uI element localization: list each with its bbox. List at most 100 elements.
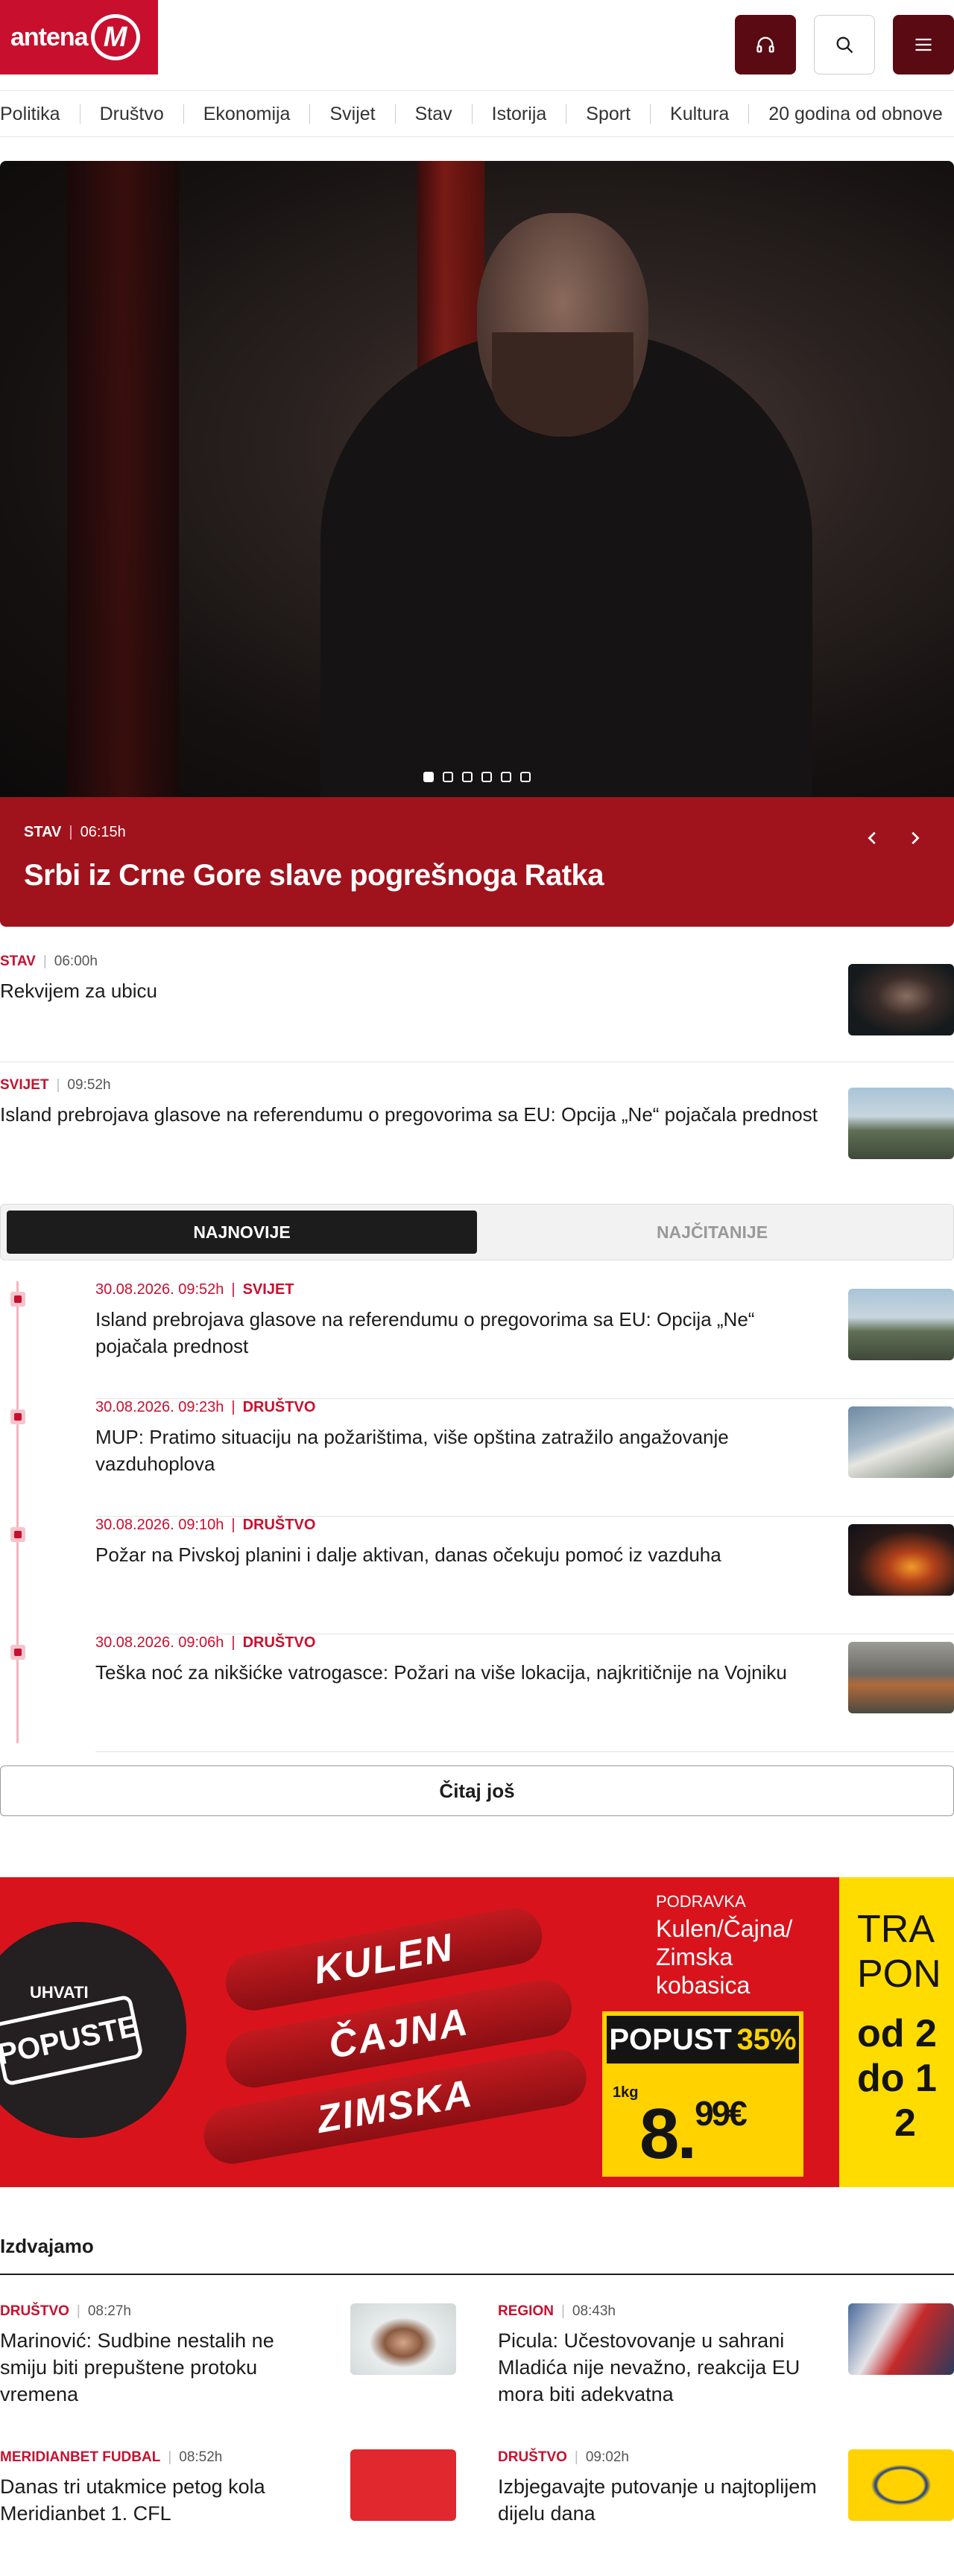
timeline-marker bbox=[10, 1645, 25, 1660]
article-title[interactable]: Marinović: Sudbine nestalih ne smiju bit… bbox=[0, 2327, 320, 2408]
nav-item-drustvo[interactable]: Društvo bbox=[80, 104, 184, 124]
nav-item-politika[interactable]: Politika bbox=[0, 104, 80, 124]
meta-separator: | bbox=[231, 1399, 236, 1415]
hero-time: 06:15h bbox=[80, 824, 126, 840]
article-category[interactable]: SVIJET bbox=[0, 1077, 48, 1094]
timeline-datetime: 30.08.2026. 09:23h bbox=[95, 1399, 224, 1415]
timeline-marker bbox=[10, 1292, 25, 1307]
article-thumbnail[interactable] bbox=[848, 2449, 954, 2521]
article-title[interactable]: Danas tri utakmice petog kola Meridianbe… bbox=[0, 2473, 320, 2527]
meta-separator: | bbox=[69, 824, 73, 840]
timeline-title[interactable]: Teška noć za nikšićke vatrogasce: Požari… bbox=[95, 1659, 826, 1686]
featured-item[interactable]: DRUŠTVO | 08:27h Marinović: Sudbine nest… bbox=[0, 2303, 456, 2430]
hero-title[interactable]: Srbi iz Crne Gore slave pogrešnoga Ratka bbox=[24, 859, 930, 892]
nav-item-ekonomija[interactable]: Ekonomija bbox=[184, 104, 311, 124]
timeline-marker bbox=[10, 1409, 25, 1424]
headphones-icon bbox=[756, 37, 774, 53]
search-button[interactable] bbox=[814, 15, 875, 74]
article-category[interactable]: DRUŠTVO bbox=[498, 2449, 567, 2466]
latest-tabs: NAJNOVIJE NAJČITANIJE bbox=[0, 1204, 954, 1260]
nav-item-svijet[interactable]: Svijet bbox=[310, 104, 396, 124]
logo-letter: M bbox=[90, 14, 140, 60]
timeline-title[interactable]: MUP: Pratimo situaciju na požarištima, v… bbox=[95, 1424, 826, 1477]
banner-side-text: PON bbox=[857, 1952, 941, 1996]
advertisement-banner[interactable]: UHVATI POPUSTE KULEN ČAJNA ZIMSKA PODRAV… bbox=[0, 1877, 954, 2187]
meta-separator: | bbox=[560, 2303, 565, 2319]
timeline-item[interactable]: 30.08.2026. 09:23h | DRUŠTVO MUP: Pratim… bbox=[10, 1399, 954, 1517]
timeline-thumbnail[interactable] bbox=[848, 1406, 954, 1478]
article-title[interactable]: Picula: Učestovovanje u sahrani Mladića … bbox=[498, 2327, 818, 2408]
banner-unit: 1kg bbox=[613, 2084, 639, 2101]
timeline-datetime: 30.08.2026. 09:52h bbox=[95, 1281, 224, 1298]
timeline-title[interactable]: Požar na Pivskoj planini i dalje aktivan… bbox=[95, 1541, 826, 1568]
slider-next-button[interactable] bbox=[903, 827, 926, 849]
banner-uhvati: UHVATI bbox=[30, 1983, 89, 2002]
banner-brand: PODRAVKA bbox=[656, 1892, 746, 1911]
hero-slider[interactable]: STAV | 06:15h Srbi iz Crne Gore slave po… bbox=[0, 161, 954, 927]
article-thumbnail[interactable] bbox=[848, 1088, 954, 1159]
timeline-category[interactable]: SVIJET bbox=[243, 1281, 294, 1298]
list-item[interactable]: STAV | 06:00h Rekvijem za ubicu bbox=[0, 954, 954, 1062]
hero-category[interactable]: STAV bbox=[24, 824, 61, 841]
slider-prev-button[interactable] bbox=[862, 827, 884, 849]
nav-item-istorija[interactable]: Istorija bbox=[473, 104, 567, 124]
featured-item[interactable]: DRUŠTVO | 09:02h Izbjegavajte putovanje … bbox=[498, 2449, 954, 2576]
menu-button[interactable] bbox=[893, 15, 954, 74]
nav-item-sport[interactable]: Sport bbox=[566, 104, 651, 124]
chevron-left-icon bbox=[868, 831, 876, 845]
timeline-thumbnail[interactable] bbox=[848, 1289, 954, 1360]
featured-item[interactable]: REGION | 08:43h Picula: Učestovovanje u … bbox=[498, 2303, 954, 2430]
nav-item-20-godina[interactable]: 20 godina od obnove bbox=[749, 104, 954, 124]
article-category[interactable]: STAV bbox=[0, 954, 36, 970]
hero-meta: STAV | 06:15h bbox=[24, 824, 930, 841]
timeline-item[interactable]: 30.08.2026. 09:52h | SVIJET Island prebr… bbox=[10, 1281, 954, 1399]
article-thumbnail[interactable] bbox=[350, 2449, 456, 2521]
tab-najcitanije[interactable]: NAJČITANIJE bbox=[477, 1211, 947, 1254]
article-title[interactable]: Rekvijem za ubicu bbox=[0, 977, 820, 1004]
article-time: 08:52h bbox=[179, 2449, 223, 2465]
timeline-category[interactable]: DRUŠTVO bbox=[243, 1517, 316, 1534]
article-time: 09:02h bbox=[585, 2449, 629, 2465]
banner-discount: POPUST 35% bbox=[607, 2016, 799, 2063]
article-title[interactable]: Island prebrojava glasove na referendumu… bbox=[0, 1101, 820, 1128]
hero-image[interactable] bbox=[0, 161, 954, 797]
article-category[interactable]: MERIDIANBET FUDBAL bbox=[0, 2449, 160, 2466]
banner-price: 8.99€ bbox=[639, 2093, 748, 2175]
slider-dot[interactable] bbox=[462, 772, 473, 782]
list-item[interactable]: SVIJET | 09:52h Island prebrojava glasov… bbox=[0, 1077, 954, 1189]
meta-separator: | bbox=[231, 1634, 236, 1651]
slider-dot[interactable] bbox=[501, 772, 511, 782]
nav-item-kultura[interactable]: Kultura bbox=[651, 104, 750, 124]
site-header: antena M bbox=[0, 0, 954, 91]
slider-dot[interactable] bbox=[481, 772, 492, 782]
meta-separator: | bbox=[168, 2449, 172, 2465]
banner-price-box: POPUST 35% 1kg 8.99€ bbox=[602, 2011, 803, 2177]
article-thumbnail[interactable] bbox=[848, 964, 954, 1035]
timeline-title[interactable]: Island prebrojava glasove na referendumu… bbox=[95, 1306, 826, 1360]
audio-button[interactable] bbox=[735, 15, 796, 74]
featured-item[interactable]: MERIDIANBET FUDBAL | 08:52h Danas tri ut… bbox=[0, 2449, 456, 2576]
article-title[interactable]: Izbjegavajte putovanje u najtoplijem dij… bbox=[498, 2473, 818, 2527]
article-time: 08:27h bbox=[87, 2303, 131, 2319]
nav-item-stav[interactable]: Stav bbox=[396, 104, 473, 124]
slider-dot[interactable] bbox=[443, 772, 453, 782]
hero-background-flag bbox=[67, 161, 179, 797]
read-more-button[interactable]: Čitaj još bbox=[0, 1766, 954, 1816]
article-category[interactable]: REGION bbox=[498, 2303, 554, 2320]
banner-side-text: od 2 bbox=[857, 2012, 937, 2055]
article-category[interactable]: DRUŠTVO bbox=[0, 2303, 69, 2320]
timeline-category[interactable]: DRUŠTVO bbox=[243, 1634, 316, 1652]
timeline-category[interactable]: DRUŠTVO bbox=[243, 1399, 316, 1416]
tab-najnovije[interactable]: NAJNOVIJE bbox=[7, 1211, 477, 1254]
article-thumbnail[interactable] bbox=[848, 2303, 954, 2375]
timeline-item[interactable]: 30.08.2026. 09:10h | DRUŠTVO Požar na Pi… bbox=[10, 1517, 954, 1634]
article-thumbnail[interactable] bbox=[350, 2303, 456, 2375]
site-logo[interactable]: antena M bbox=[0, 0, 158, 74]
article-time: 06:00h bbox=[54, 954, 98, 969]
timeline-marker bbox=[10, 1527, 25, 1542]
slider-dot[interactable] bbox=[520, 772, 531, 782]
timeline-thumbnail[interactable] bbox=[848, 1642, 954, 1713]
slider-dot[interactable] bbox=[423, 772, 434, 782]
timeline-item[interactable]: 30.08.2026. 09:06h | DRUŠTVO Teška noć z… bbox=[10, 1634, 954, 1752]
timeline-thumbnail[interactable] bbox=[848, 1524, 954, 1596]
